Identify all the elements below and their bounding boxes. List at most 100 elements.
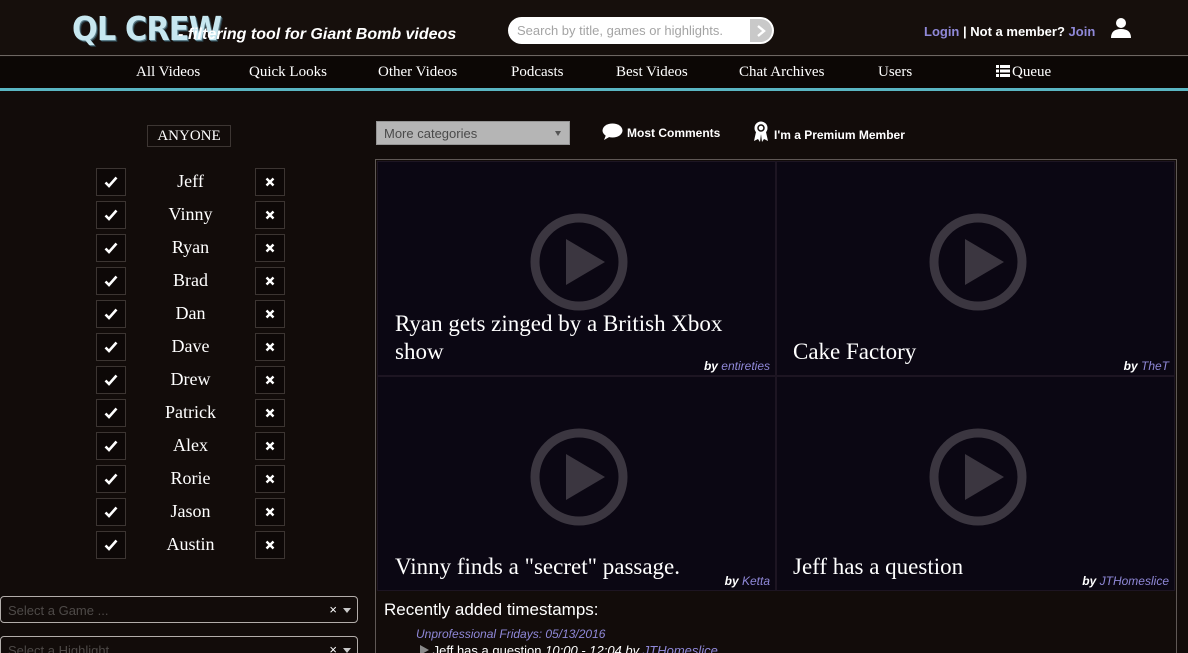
exclude-button[interactable]: [255, 234, 285, 262]
include-checkbox[interactable]: [96, 267, 126, 295]
nav-other-videos[interactable]: Other Videos: [378, 64, 457, 81]
exclude-button[interactable]: [255, 300, 285, 328]
crew-name: Jeff: [177, 171, 204, 191]
include-checkbox[interactable]: [96, 201, 126, 229]
video-author-link[interactable]: TheT: [1141, 359, 1169, 373]
timestamp-entry[interactable]: Jeff has a question 10:00 - 12:04 by JTH…: [420, 643, 718, 653]
play-icon[interactable]: [929, 428, 1027, 526]
include-checkbox[interactable]: [96, 168, 126, 196]
close-icon: [265, 540, 275, 550]
crew-filter-row: Ryan: [96, 234, 285, 262]
dropdown-arrow-icon: [343, 648, 351, 653]
nav-best-videos[interactable]: Best Videos: [616, 64, 688, 81]
most-comments-label: Most Comments: [627, 126, 721, 140]
user-icon[interactable]: [1110, 17, 1132, 39]
video-author-link[interactable]: JTHomeslice: [1100, 574, 1169, 588]
include-checkbox[interactable]: [96, 531, 126, 559]
premium-member-button[interactable]: I'm a Premium Member: [752, 121, 905, 143]
play-icon[interactable]: [530, 428, 628, 526]
video-title[interactable]: Cake Factory: [793, 338, 1163, 366]
video-tile[interactable]: Cake Factory by TheT: [776, 161, 1175, 376]
close-icon: [265, 177, 275, 187]
include-checkbox[interactable]: [96, 465, 126, 493]
exclude-button[interactable]: [255, 432, 285, 460]
anyone-toggle[interactable]: ANYONE: [147, 125, 231, 147]
dropdown-arrow-icon: [343, 608, 351, 613]
video-title[interactable]: Vinny finds a "secret" passage.: [395, 553, 765, 581]
video-tile[interactable]: Ryan gets zinged by a British Xbox show …: [377, 161, 776, 376]
nav-users[interactable]: Users: [878, 64, 912, 81]
exclude-button[interactable]: [255, 399, 285, 427]
check-icon: [104, 539, 118, 551]
close-icon: [265, 441, 275, 451]
byline-prefix: by: [625, 643, 640, 653]
login-link[interactable]: Login: [924, 24, 959, 39]
list-icon: [996, 65, 1010, 77]
most-comments-button[interactable]: Most Comments: [602, 123, 720, 141]
join-link[interactable]: Join: [1069, 24, 1096, 39]
byline-prefix: by: [1082, 574, 1097, 588]
include-checkbox[interactable]: [96, 399, 126, 427]
video-title[interactable]: Ryan gets zinged by a British Xbox show: [395, 310, 765, 366]
play-icon[interactable]: [929, 213, 1027, 311]
exclude-button[interactable]: [255, 531, 285, 559]
exclude-button[interactable]: [255, 333, 285, 361]
byline-prefix: by: [724, 574, 739, 588]
category-select[interactable]: More categories: [376, 121, 570, 145]
exclude-button[interactable]: [255, 168, 285, 196]
timestamp-group-link[interactable]: Unprofessional Fridays: 05/13/2016: [416, 627, 605, 641]
comment-icon: [602, 123, 623, 140]
search-submit-button[interactable]: [750, 19, 772, 42]
crew-name: Patrick: [165, 402, 216, 422]
crew-name: Rorie: [170, 468, 211, 488]
play-icon[interactable]: [530, 213, 628, 311]
video-byline: by JTHomeslice: [1082, 574, 1169, 588]
crew-filter-row: Alex: [96, 432, 285, 460]
nav-all-videos[interactable]: All Videos: [136, 64, 200, 81]
exclude-button[interactable]: [255, 366, 285, 394]
exclude-button[interactable]: [255, 267, 285, 295]
close-icon: [265, 375, 275, 385]
site-header: QL CREW - filtering tool for Giant Bomb …: [0, 0, 1188, 56]
video-author-link[interactable]: Ketta: [742, 574, 770, 588]
game-select[interactable]: Select a Game ... ×: [0, 596, 358, 623]
exclude-button[interactable]: [255, 498, 285, 526]
search-input[interactable]: [508, 17, 748, 44]
exclude-button[interactable]: [255, 201, 285, 229]
exclude-button[interactable]: [255, 465, 285, 493]
include-checkbox[interactable]: [96, 432, 126, 460]
check-icon: [104, 242, 118, 254]
video-tile[interactable]: Jeff has a question by JTHomeslice: [776, 376, 1175, 591]
close-icon: [265, 474, 275, 484]
video-author-link[interactable]: entireties: [721, 359, 770, 373]
search-box: [508, 17, 774, 44]
check-icon: [104, 209, 118, 221]
separator: |: [963, 24, 967, 39]
video-byline: by entireties: [704, 359, 770, 373]
include-checkbox[interactable]: [96, 366, 126, 394]
include-checkbox[interactable]: [96, 300, 126, 328]
include-checkbox[interactable]: [96, 498, 126, 526]
highlight-select[interactable]: Select a Highlight ... ×: [0, 636, 358, 653]
nav-podcasts[interactable]: Podcasts: [511, 64, 564, 81]
include-checkbox[interactable]: [96, 234, 126, 262]
timestamp-author-link[interactable]: JTHomeslice: [643, 643, 718, 653]
account-area: Login | Not a member? Join: [924, 24, 1095, 39]
crew-filter-row: Jeff: [96, 168, 285, 196]
category-select-value: More categories: [384, 126, 478, 141]
nav-quick-looks[interactable]: Quick Looks: [249, 64, 327, 81]
check-icon: [104, 176, 118, 188]
nav-queue-label: Queue: [1012, 64, 1052, 80]
check-icon: [104, 440, 118, 452]
clear-icon[interactable]: ×: [329, 642, 337, 653]
nav-queue[interactable]: Queue: [996, 64, 1051, 81]
premium-member-label: I'm a Premium Member: [774, 128, 905, 142]
clear-icon[interactable]: ×: [329, 602, 337, 617]
site-tagline: - filtering tool for Giant Bomb videos: [178, 26, 457, 43]
video-tile[interactable]: Vinny finds a "secret" passage. by Ketta: [377, 376, 776, 591]
nav-chat-archives[interactable]: Chat Archives: [739, 64, 824, 81]
crew-filter-row: Drew: [96, 366, 285, 394]
crew-filter-row: Jason: [96, 498, 285, 526]
game-select-placeholder: Select a Game ...: [8, 603, 109, 618]
include-checkbox[interactable]: [96, 333, 126, 361]
